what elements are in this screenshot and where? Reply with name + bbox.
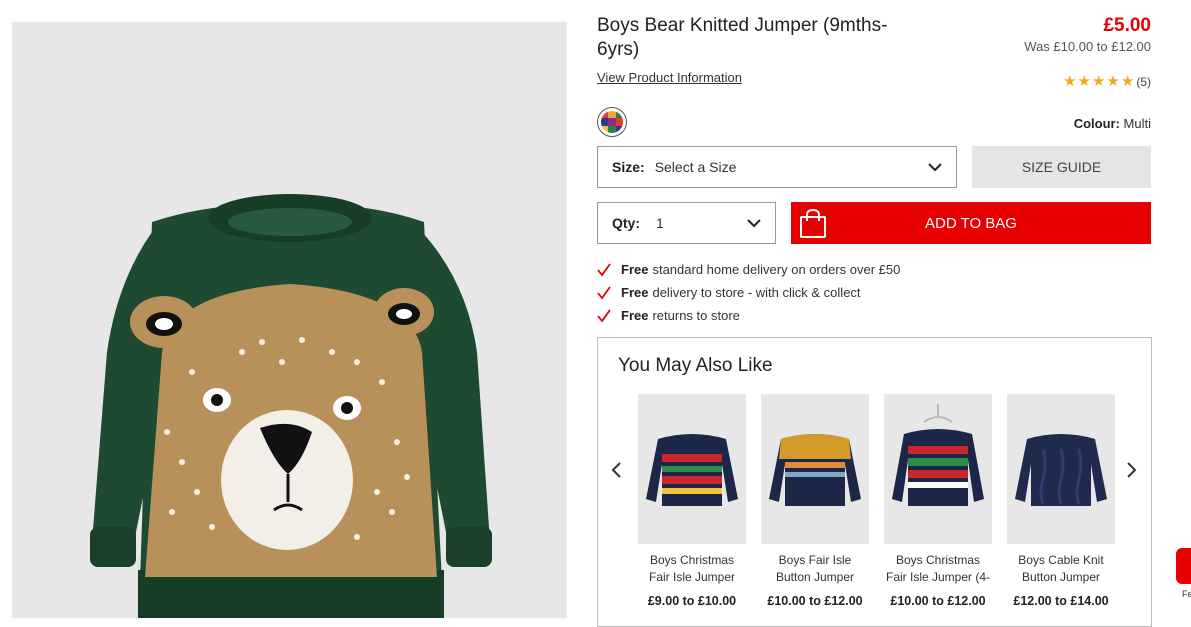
benefit-bold: Free	[621, 262, 649, 277]
view-product-information-link[interactable]: View Product Information	[597, 70, 742, 85]
recommendation-card[interactable]: Boys Christmas Fair Isle Jumper (4- £10.…	[884, 394, 992, 608]
star-icon: ★	[1120, 73, 1135, 90]
recommendation-price: £9.00 to £10.00	[647, 594, 737, 608]
product-rating[interactable]: ★ ★ ★ ★ ★ (5)	[1063, 74, 1151, 89]
size-label: Size:	[612, 159, 645, 175]
size-value: Select a Size	[654, 159, 737, 175]
sale-price: £5.00	[1103, 15, 1151, 36]
side-feedback-badge[interactable]	[1176, 548, 1191, 584]
recommendation-image	[884, 394, 992, 544]
chevron-left-icon[interactable]	[608, 460, 626, 480]
side-tab-text: Fe	[1182, 589, 1191, 599]
you-may-also-like-panel: You May Also Like Boys Christmas Fair Is…	[597, 337, 1152, 627]
recommendation-name: Boys Christmas Fair Isle Jumper (4-	[885, 553, 991, 584]
star-icon: ★	[1091, 73, 1106, 90]
recommendation-image	[761, 394, 869, 544]
star-icon: ★	[1077, 73, 1091, 90]
recommendation-card[interactable]: Boys Fair Isle Button Jumper £10.00 to £…	[761, 394, 869, 608]
star-icon: ★	[1106, 73, 1120, 90]
qty-value: 1	[656, 215, 664, 231]
product-image[interactable]	[12, 22, 567, 618]
add-to-bag-label: ADD TO BAG	[925, 214, 1017, 232]
benefit-text: returns to store	[652, 308, 740, 323]
recommendation-image	[638, 394, 746, 544]
benefit-text: delivery to store - with click & collect	[652, 285, 861, 300]
benefit-bold: Free	[621, 285, 649, 300]
qty-label: Qty:	[612, 215, 640, 231]
star-icon: ★	[1063, 73, 1077, 90]
benefit-bold: Free	[621, 308, 649, 323]
chevron-down-icon	[928, 163, 942, 172]
benefit-item: Free returns to store	[597, 304, 900, 327]
delivery-benefits: Free standard home delivery on orders ov…	[597, 258, 900, 327]
was-price: Was £10.00 to £12.00	[1024, 39, 1151, 54]
product-title: Boys Bear Knitted Jumper (9mths-6yrs)	[597, 15, 888, 60]
recommendation-card[interactable]: Boys Cable Knit Button Jumper £12.00 to …	[1007, 394, 1115, 608]
size-select[interactable]: Size: Select a Size	[597, 146, 957, 188]
quantity-select[interactable]: Qty: 1	[597, 202, 776, 244]
recommendation-price: £10.00 to £12.00	[890, 594, 986, 608]
recommendation-name: Boys Cable Knit Button Jumper	[1018, 553, 1104, 584]
recommendation-name: Boys Christmas Fair Isle Jumper	[648, 553, 736, 584]
shopping-bag-icon	[800, 208, 826, 238]
rating-count: (5)	[1136, 74, 1151, 89]
size-guide-button[interactable]: SIZE GUIDE	[972, 146, 1151, 188]
checkmark-icon	[597, 285, 611, 299]
colour-label: Colour:	[1073, 116, 1120, 131]
colour-info: Colour: Multi	[1074, 116, 1151, 131]
recommendation-price: £10.00 to £12.00	[767, 594, 863, 608]
colour-swatch-multi[interactable]	[597, 107, 627, 137]
recommendation-card[interactable]: Boys Christmas Fair Isle Jumper £9.00 to…	[638, 394, 746, 608]
checkmark-icon	[597, 262, 611, 276]
chevron-right-icon[interactable]	[1122, 460, 1140, 480]
recommendation-image	[1007, 394, 1115, 544]
recommendation-price: £12.00 to £14.00	[1013, 594, 1109, 608]
add-to-bag-button[interactable]: ADD TO BAG	[791, 202, 1151, 244]
chevron-down-icon	[747, 219, 761, 228]
checkmark-icon	[597, 308, 611, 322]
recommendation-name: Boys Fair Isle Button Jumper	[775, 553, 855, 584]
benefit-text: standard home delivery on orders over £5…	[652, 262, 901, 277]
colour-value: Multi	[1123, 116, 1151, 131]
benefit-item: Free standard home delivery on orders ov…	[597, 258, 900, 281]
benefit-item: Free delivery to store - with click & co…	[597, 281, 900, 304]
recommendations-title: You May Also Like	[618, 355, 773, 376]
